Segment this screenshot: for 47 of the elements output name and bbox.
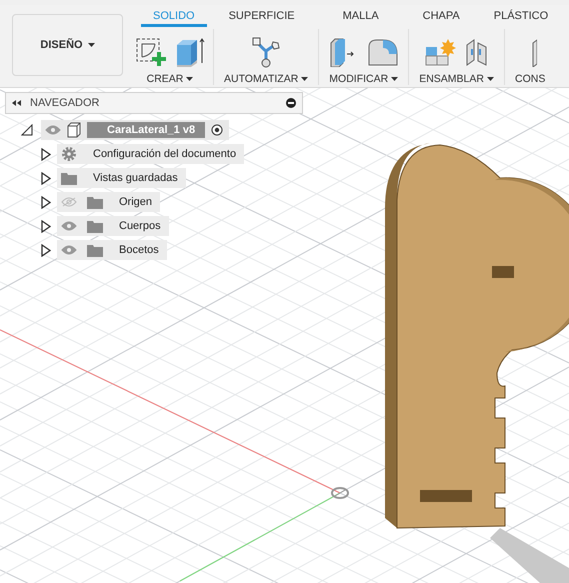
- tree-item[interactable]: Origen: [57, 192, 160, 212]
- tree-item-label: Bocetos: [119, 244, 159, 256]
- tree-item-label: Origen: [119, 196, 152, 208]
- group-menu-button[interactable]: AUTOMATIZAR: [222, 73, 310, 85]
- component-icon: [67, 122, 81, 138]
- expand-toggle-icon[interactable]: [21, 124, 33, 136]
- toolbar-tab[interactable]: CHAPA: [422, 5, 460, 27]
- caret-icon: [186, 77, 194, 81]
- folder-icon: [87, 244, 103, 256]
- workspace-dropdown[interactable]: DISEÑO: [12, 14, 123, 76]
- expand-toggle-icon[interactable]: [41, 244, 51, 256]
- fillet-icon[interactable]: [366, 37, 399, 67]
- component-name: CaraLateral_1 v8: [87, 122, 206, 138]
- tree-item[interactable]: Cuerpos: [57, 216, 169, 236]
- tree-item[interactable]: Bocetos: [57, 240, 167, 260]
- folder-icon: [87, 220, 103, 232]
- expand-toggle-icon[interactable]: [41, 196, 51, 208]
- group-menu-button[interactable]: ENSAMBLAR: [417, 73, 496, 85]
- expand-toggle-icon[interactable]: [41, 220, 51, 232]
- folder-icon: [87, 196, 103, 208]
- collapse-icon[interactable]: [12, 100, 22, 106]
- caret-icon: [88, 43, 95, 47]
- toolbar-tab[interactable]: SUPERFICIE: [228, 5, 295, 27]
- box-extrude-icon[interactable]: [175, 37, 205, 67]
- tree-item[interactable]: Vistas guardadas: [57, 168, 186, 188]
- tree-item[interactable]: Configuración del documento: [57, 144, 244, 164]
- sketch-icon[interactable]: [135, 37, 167, 67]
- toolbar-tab[interactable]: MALLA: [342, 5, 379, 27]
- folder-icon: [61, 172, 77, 184]
- expand-toggle-icon[interactable]: [41, 172, 51, 184]
- group-menu-button[interactable]: CREAR: [144, 73, 196, 85]
- tree-item-label: Configuración del documento: [93, 148, 236, 160]
- tree-item-label: Cuerpos: [119, 220, 161, 232]
- toolbar-tab[interactable]: PLÁSTICO: [494, 5, 548, 27]
- minimize-icon[interactable]: [286, 98, 296, 108]
- expand-toggle-icon[interactable]: [41, 148, 51, 160]
- caret-icon: [301, 77, 308, 81]
- group-menu-button[interactable]: MODIFICAR: [327, 73, 400, 85]
- browser-title: NAVEGADOR: [30, 97, 100, 109]
- origin-icon: [331, 487, 349, 499]
- caret-icon: [391, 77, 398, 81]
- caret-icon: [486, 77, 494, 81]
- active-radio-icon[interactable]: [211, 124, 224, 136]
- new-component-icon[interactable]: [424, 37, 456, 67]
- group-menu-button[interactable]: CONS: [512, 73, 548, 85]
- tree-item-label: Vistas guardadas: [93, 172, 178, 184]
- gear-icon: [61, 146, 77, 162]
